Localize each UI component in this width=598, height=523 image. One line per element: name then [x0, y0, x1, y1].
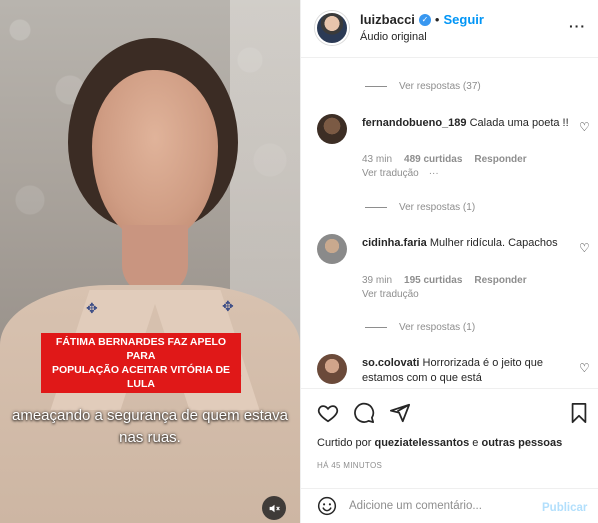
comment-text: cidinha.faria Mulher ridícula. Capachos	[362, 236, 572, 251]
comment-more-icon[interactable]: ···	[429, 168, 439, 179]
mute-button[interactable]	[262, 496, 286, 520]
audio-link[interactable]: Áudio original	[360, 31, 427, 43]
divider-line	[365, 207, 387, 208]
liked-connector: e	[469, 437, 482, 449]
verified-icon: ✓	[418, 13, 431, 26]
liked-by-text: Curtido por queziatelessantos e outras p…	[317, 437, 562, 449]
view-replies-button[interactable]: Ver respostas (1)	[365, 322, 475, 333]
subtitle-line-1: ameaçando a segurança de quem estava	[11, 407, 289, 424]
view-replies-label: Ver respostas (1)	[399, 202, 476, 213]
comment-time: 43 min	[362, 154, 393, 165]
view-replies-label: Ver respostas (1)	[399, 322, 476, 333]
post-timestamp[interactable]: HÁ 45 MINUTOS	[317, 461, 382, 470]
comment-translate-row: Ver tradução ···	[362, 168, 439, 179]
comment-input[interactable]	[349, 500, 529, 512]
liked-prefix: Curtido por	[317, 437, 375, 449]
post-actions: Curtido por queziatelessantos e outras p…	[301, 388, 598, 480]
comment-meta: 43 min 489 curtidas Responder	[362, 154, 527, 165]
view-replies-label: Ver respostas (37)	[399, 81, 481, 92]
comment-time: 39 min	[362, 275, 393, 286]
like-heart-icon[interactable]	[317, 402, 339, 424]
save-bookmark-icon[interactable]	[569, 402, 589, 424]
more-options-icon[interactable]: ···	[569, 18, 586, 34]
translate-link[interactable]: Ver tradução	[362, 168, 419, 179]
comments-list[interactable]: Ver respostas (37) fernandobueno_189 Cal…	[301, 58, 598, 388]
divider-line	[365, 327, 387, 328]
like-comment-heart-icon[interactable]: ♡	[579, 241, 590, 255]
person-face	[92, 70, 218, 240]
embroidery-icon: ✥	[222, 298, 234, 314]
comment-body: Calada uma poeta !!	[469, 117, 569, 129]
view-replies-button[interactable]: Ver respostas (1)	[365, 202, 475, 213]
share-send-icon[interactable]	[389, 402, 411, 424]
headline-badge: FÁTIMA BERNARDES FAZ APELO PARA POPULAÇÃ…	[41, 333, 241, 393]
translate-link[interactable]: Ver tradução	[362, 289, 419, 300]
reel-video[interactable]: ✥ ✥ ✥ ✥ FÁTIMA BERNARDES FAZ APELO PARA …	[0, 0, 300, 523]
comment-text: fernandobueno_189 Calada uma poeta !!	[362, 116, 572, 131]
emoji-icon[interactable]	[317, 496, 337, 516]
publish-button[interactable]: Publicar	[542, 502, 587, 514]
comment-text: so.colovati Horrorizada é o jeito que es…	[362, 356, 572, 386]
subtitle-line-2: nas ruas.	[119, 429, 181, 446]
liked-others-link[interactable]: outras pessoas	[481, 437, 562, 449]
speaker-muted-icon	[269, 504, 280, 512]
headline-line-2: POPULAÇÃO ACEITAR VITÓRIA DE LULA	[51, 364, 231, 390]
separator-dot: •	[434, 12, 440, 27]
comment-username[interactable]: fernandobueno_189	[362, 117, 467, 129]
username-row: luizbacci ✓ • Seguir	[360, 12, 484, 27]
comment-username[interactable]: cidinha.faria	[362, 237, 427, 249]
add-comment-bar: Publicar	[301, 488, 598, 523]
reply-button[interactable]: Responder	[474, 154, 526, 165]
like-comment-heart-icon[interactable]: ♡	[579, 120, 590, 134]
comment-translate-row: Ver tradução	[362, 289, 419, 300]
comment-username[interactable]: so.colovati	[362, 357, 419, 369]
comment-likes[interactable]: 489 curtidas	[404, 154, 462, 165]
follow-button[interactable]: Seguir	[443, 12, 483, 27]
avatar[interactable]	[317, 354, 347, 384]
comment-body: Mulher ridícula. Capachos	[429, 237, 558, 249]
embroidery-icon: ✥	[86, 300, 98, 316]
post-panel: luizbacci ✓ • Seguir Áudio original ··· …	[300, 0, 598, 523]
headline-line-1: FÁTIMA BERNARDES FAZ APELO PARA	[55, 336, 227, 362]
comment-meta: 39 min 195 curtidas Responder	[362, 275, 527, 286]
divider-line	[365, 86, 387, 87]
like-comment-heart-icon[interactable]: ♡	[579, 361, 590, 375]
view-replies-button[interactable]: Ver respostas (37)	[365, 81, 481, 92]
username-link[interactable]: luizbacci	[360, 12, 415, 27]
comment-likes[interactable]: 195 curtidas	[404, 275, 462, 286]
post-header: luizbacci ✓ • Seguir Áudio original ···	[301, 0, 598, 58]
liked-user-link[interactable]: queziatelessantos	[374, 437, 469, 449]
avatar[interactable]	[317, 234, 347, 264]
comment-bubble-icon[interactable]	[353, 402, 375, 424]
avatar[interactable]	[315, 11, 349, 45]
avatar[interactable]	[317, 114, 347, 144]
video-subtitle: ameaçando a segurança de quem estava nas…	[0, 405, 300, 449]
reply-button[interactable]: Responder	[474, 275, 526, 286]
